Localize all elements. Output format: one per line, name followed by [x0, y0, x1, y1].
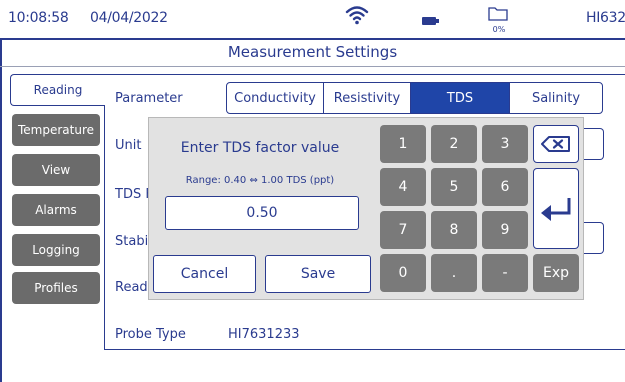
parameter-option-salinity[interactable]: Salinity — [509, 82, 603, 114]
tab-reading[interactable]: Reading — [10, 74, 105, 106]
parameter-label: Parameter — [115, 91, 183, 106]
tab-logging[interactable]: Logging — [12, 234, 100, 266]
key-decimal[interactable]: . — [431, 254, 477, 292]
tab-profiles[interactable]: Profiles — [12, 272, 100, 304]
key-5[interactable]: 5 — [431, 168, 477, 206]
dialog-range-hint: Range: 0.40 ⇔ 1.00 TDS (ppt) — [185, 175, 335, 186]
key-6[interactable]: 6 — [482, 168, 528, 206]
key-9[interactable]: 9 — [482, 211, 528, 249]
tds-factor-input[interactable]: 0.50 — [165, 196, 359, 230]
wifi-icon — [345, 6, 369, 25]
tab-alarms[interactable]: Alarms — [12, 194, 100, 226]
unit-label: Unit — [115, 138, 142, 153]
backspace-icon — [541, 136, 570, 152]
parameter-option-resistivity[interactable]: Resistivity — [323, 82, 411, 114]
title-divider — [0, 66, 625, 67]
key-1[interactable]: 1 — [380, 125, 426, 163]
probe-type-value: HI7631233 — [228, 327, 300, 342]
enter-button[interactable] — [533, 168, 579, 249]
save-button[interactable]: Save — [265, 255, 371, 293]
stability-selector[interactable] — [584, 222, 604, 254]
key-0[interactable]: 0 — [380, 254, 426, 292]
parameter-option-conductivity[interactable]: Conductivity — [226, 82, 324, 114]
status-divider — [0, 38, 625, 40]
key-minus[interactable]: - — [482, 254, 528, 292]
key-3[interactable]: 3 — [482, 125, 528, 163]
cancel-button[interactable]: Cancel — [153, 255, 256, 293]
battery-icon — [422, 17, 439, 25]
device-model: HI6321 — [586, 10, 625, 26]
status-bar: 10:08:58 04/04/2022 0% HI6321 — [0, 0, 625, 38]
unit-selector[interactable] — [584, 128, 604, 160]
key-2[interactable]: 2 — [431, 125, 477, 163]
key-7[interactable]: 7 — [380, 211, 426, 249]
tab-view[interactable]: View — [12, 154, 100, 186]
page-title: Measurement Settings — [227, 43, 398, 61]
probe-type-label: Probe Type — [115, 327, 186, 342]
status-time: 10:08:58 — [8, 10, 69, 26]
reading-label: Readi — [115, 280, 152, 295]
key-8[interactable]: 8 — [431, 211, 477, 249]
enter-icon — [541, 197, 571, 221]
tab-temperature[interactable]: Temperature — [12, 114, 100, 146]
key-exp[interactable]: Exp — [533, 254, 579, 292]
key-4[interactable]: 4 — [380, 168, 426, 206]
status-date: 04/04/2022 — [90, 10, 168, 26]
dialog-title: Enter TDS factor value — [180, 140, 340, 156]
storage-percent: 0% — [492, 25, 506, 34]
backspace-button[interactable] — [533, 125, 579, 163]
parameter-option-tds[interactable]: TDS — [410, 82, 510, 114]
folder-icon — [488, 7, 508, 21]
